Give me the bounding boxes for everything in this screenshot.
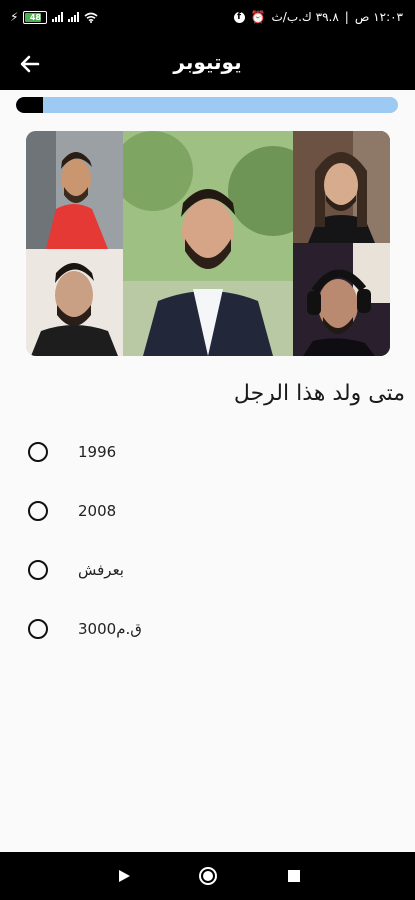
network-speed: ٣٩.٨ ك.ب/ث <box>271 10 339 24</box>
answer-option-label: بعرفش <box>78 561 124 579</box>
square-recents-icon <box>288 870 300 882</box>
nav-recents-button[interactable] <box>284 866 304 886</box>
answer-option-4[interactable]: 3000ق.م <box>28 615 142 643</box>
nav-home-button[interactable] <box>198 866 218 886</box>
photo-tile-headphones <box>293 243 390 356</box>
answer-option-3[interactable]: بعرفش <box>28 556 124 584</box>
radio-button[interactable] <box>28 501 48 521</box>
answer-option-label: 3000ق.م <box>78 620 142 638</box>
answer-option-1[interactable]: 1996 <box>28 438 116 466</box>
signal-icon <box>52 12 64 22</box>
radio-button[interactable] <box>28 619 48 639</box>
divider: | <box>344 10 349 24</box>
photo-tile-suit <box>123 131 293 356</box>
answer-option-label: 2008 <box>78 502 117 520</box>
radio-button[interactable] <box>28 560 48 580</box>
signal-icon-2 <box>68 12 80 22</box>
radio-button[interactable] <box>28 442 48 462</box>
facebook-icon: f <box>233 11 245 23</box>
question-text: متى ولد هذا الرجل <box>233 381 405 406</box>
answer-option-label: 1996 <box>78 443 117 461</box>
photo-tile-red-shirt <box>26 131 123 249</box>
question-image-collage <box>26 131 390 356</box>
circle-home-icon <box>199 867 217 885</box>
status-time: ١٢:٠٣ ص <box>354 10 403 24</box>
photo-tile-long-hair <box>293 131 390 243</box>
wifi-icon <box>84 12 98 23</box>
triangle-back-icon <box>119 870 130 882</box>
charging-icon: ⚡ <box>10 10 19 24</box>
progress-fill <box>16 97 43 113</box>
app-bar: يوتيوبر <box>0 38 415 90</box>
system-navigation-bar <box>0 852 415 900</box>
status-left-icons: ⚡ 48 <box>10 10 98 24</box>
battery-level: 48 <box>29 12 41 22</box>
page-title: يوتيوبر <box>173 50 242 74</box>
nav-back-button[interactable] <box>114 866 134 886</box>
alarm-icon: ⏰ <box>250 10 266 24</box>
battery-icon: 48 <box>23 10 48 24</box>
status-right-info: ١٢:٠٣ ص | ٣٩.٨ ك.ب/ث ⏰ f <box>233 10 403 24</box>
answer-option-2[interactable]: 2008 <box>28 497 116 525</box>
quiz-progress-bar <box>16 97 398 113</box>
status-bar: ⚡ 48 ١٢:٠٣ ص | ٣٩.٨ ك.ب/ث ⏰ f <box>0 0 415 38</box>
photo-tile-black-tee <box>26 249 123 356</box>
